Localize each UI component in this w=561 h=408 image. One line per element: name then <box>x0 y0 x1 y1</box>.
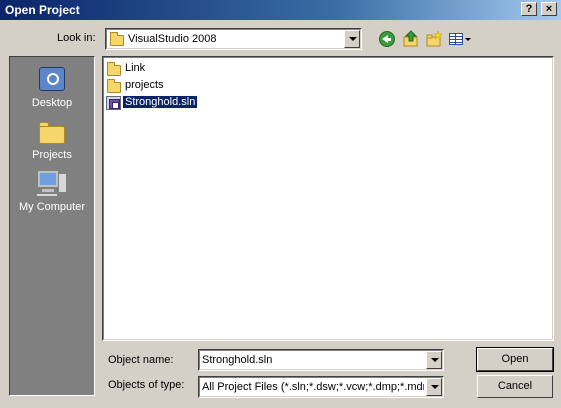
look-in-value: VisualStudio 2008 <box>128 33 217 45</box>
computer-icon-tower <box>58 173 67 193</box>
views-menu-icon[interactable] <box>449 30 471 48</box>
help-button[interactable]: ? <box>521 2 537 16</box>
look-in-label: Look in: <box>57 32 96 44</box>
title-bar[interactable]: Open Project ? × <box>0 0 561 20</box>
close-button[interactable]: × <box>541 2 557 16</box>
folder-icon <box>107 62 121 76</box>
chevron-down-icon[interactable] <box>426 351 442 369</box>
place-my-computer[interactable]: My Computer <box>10 167 94 217</box>
back-icon[interactable] <box>378 30 396 48</box>
look-in-dropdown[interactable]: VisualStudio 2008 <box>105 28 362 50</box>
object-type-value: All Project Files (*.sln;*.dsw;*.vcw;*.d… <box>202 381 424 393</box>
place-desktop[interactable]: Desktop <box>10 63 94 113</box>
object-type-label: Objects of type: <box>108 379 185 391</box>
up-folder-svg <box>403 30 418 47</box>
new-folder-icon[interactable] <box>425 30 443 48</box>
list-item-label: Link <box>125 62 146 74</box>
chevron-down-icon <box>465 38 471 41</box>
cancel-button[interactable]: Cancel <box>477 375 553 398</box>
desktop-icon <box>37 65 67 95</box>
object-name-value: Stronghold.sln <box>202 354 273 366</box>
up-folder-icon[interactable] <box>402 30 420 48</box>
folder-icon <box>110 32 124 46</box>
place-label: My Computer <box>18 201 86 213</box>
object-name-field[interactable]: Stronghold.sln <box>198 349 444 371</box>
window-title: Open Project <box>5 3 80 17</box>
chevron-down-icon[interactable] <box>344 30 360 48</box>
folder-icon-body <box>39 126 65 144</box>
computer-icon <box>36 169 70 199</box>
object-name-label: Object name: <box>108 354 174 366</box>
solution-file-icon <box>106 96 121 110</box>
list-item-label: projects <box>125 79 164 91</box>
back-icon-arrowshaft <box>387 38 391 41</box>
places-bar: Desktop Projects My Computer <box>9 56 95 396</box>
object-type-dropdown[interactable]: All Project Files (*.sln;*.dsw;*.vcw;*.d… <box>198 376 444 398</box>
open-button[interactable]: Open <box>476 347 554 372</box>
list-item-label: Stronghold.sln <box>121 95 199 109</box>
computer-icon-stand <box>42 189 54 192</box>
open-project-dialog: Open Project ? × Look in: VisualStudio 2… <box>0 0 561 408</box>
desktop-icon-mark <box>47 73 59 85</box>
new-folder-svg <box>426 30 443 47</box>
computer-icon-monitor <box>38 171 58 187</box>
views-grid-icon <box>449 33 463 45</box>
place-label: Desktop <box>31 97 73 109</box>
chevron-down-icon[interactable] <box>426 378 442 396</box>
place-label: Projects <box>32 149 72 161</box>
file-list[interactable]: Link projects Stronghold.sln <box>102 56 554 341</box>
place-projects[interactable]: Projects <box>10 117 94 167</box>
computer-icon-keyboard <box>36 193 58 197</box>
folder-icon <box>107 79 121 93</box>
folder-icon <box>39 121 65 144</box>
